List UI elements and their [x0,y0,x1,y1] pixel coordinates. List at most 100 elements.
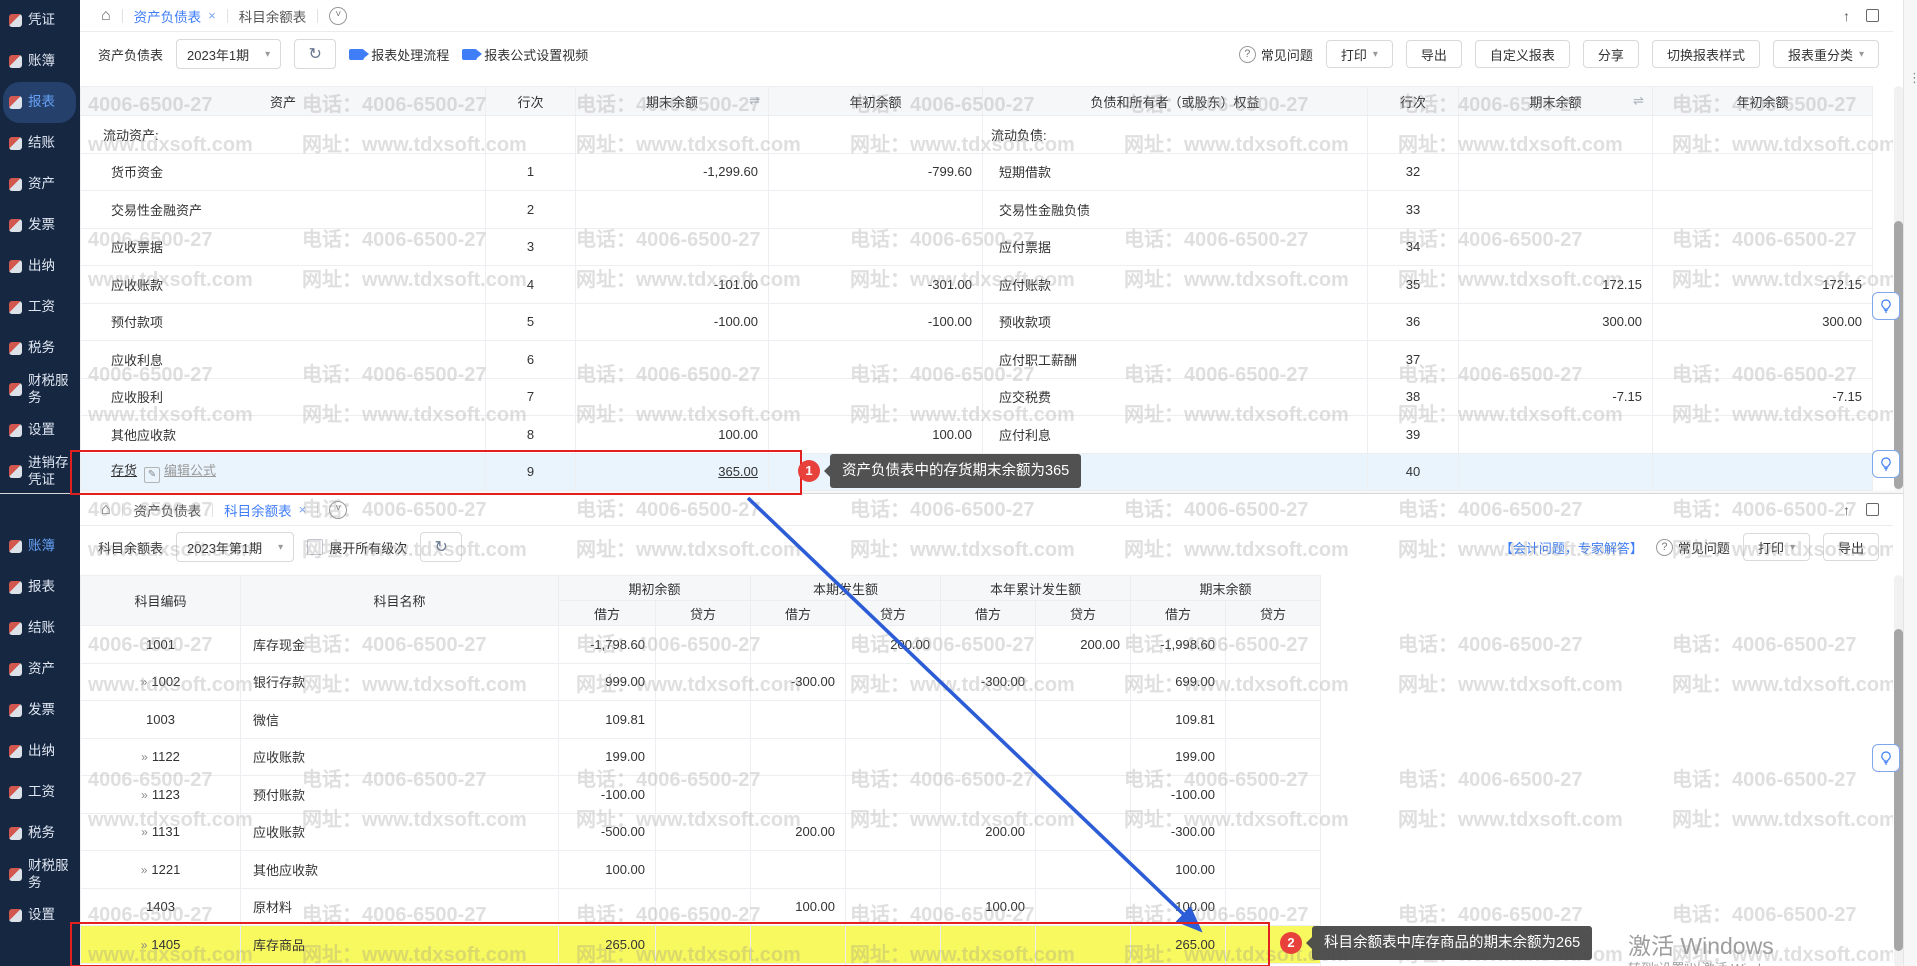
expand-row-icon[interactable]: » [141,863,148,877]
tab-trial-balance[interactable]: 科目余额表 × [224,500,306,520]
tab-trial-balance[interactable]: 科目余额表 [239,6,307,26]
tab-balance-sheet[interactable]: 资产负债表 [134,500,202,520]
scrollbar-thumb[interactable] [1894,629,1903,951]
sidebar-item-bottom_window-6[interactable]: 工资 [0,772,80,813]
tip-lightbulb-button[interactable] [1872,292,1900,320]
sidebar-item-top_window-0[interactable]: 凭证 [0,0,80,41]
account-row-1403[interactable]: 1403原材料100.00100.00100.00 [81,888,1321,926]
switch-style-button[interactable]: 切换报表样式 [1652,40,1760,68]
report-flow-link[interactable]: 报表处理流程 [349,45,449,64]
scrollbar[interactable] [1894,86,1903,491]
scroll-top-icon[interactable]: ↑ [1843,502,1850,518]
faq-link[interactable]: ? 常见问题 [1656,538,1730,557]
sidebar-item-bottom_window-0[interactable]: 账簿 [0,526,80,567]
home-icon[interactable]: ⌂ [101,502,111,518]
sidebar-item-bottom_window-9[interactable]: 设置 [0,895,80,936]
balance-row-1[interactable]: 货币资金1-1,299.60-799.60短期借款32 [81,153,1873,191]
sort-icon[interactable]: ⇌ [1633,93,1644,109]
more-dots-icon[interactable]: ⋮ [1908,70,1917,86]
balance-row-6[interactable]: 应收利息6应付职工薪酬37 [81,341,1873,379]
refresh-button[interactable]: ↻ [420,532,462,562]
expand-row-icon[interactable]: » [141,938,148,952]
expand-row-icon[interactable]: » [141,825,148,839]
sort-icon[interactable]: ⇌ [749,93,760,109]
sidebar-item-top_window-9[interactable]: 财税服务 [0,369,80,410]
account-row-1122[interactable]: »1122应收账款199.00199.00 [81,738,1321,776]
tab-list-icon[interactable]: ˅ [329,501,347,519]
balance-row-3[interactable]: 应收票据3应付票据34 [81,228,1873,266]
account-row-1001[interactable]: 1001库存现金-1,798.60200.00200.00-1,998.60 [81,626,1321,664]
sidebar-item-top_window-1[interactable]: 账簿 [0,41,80,82]
sidebar-item-label: 出纳 [28,258,55,274]
share-button[interactable]: 分享 [1583,40,1639,68]
sidebar-item-bottom_window-4[interactable]: 发票 [0,690,80,731]
credit-header: 贷方 [656,601,751,626]
expand-row-icon[interactable]: » [141,675,148,689]
sidebar-item-bottom_window-7[interactable]: 税务 [0,813,80,854]
tip-lightbulb-button[interactable] [1872,744,1900,772]
sidebar-item-top_window-6[interactable]: 出纳 [0,246,80,287]
tab-list-icon[interactable]: ˅ [329,7,347,25]
tab-balance-sheet[interactable]: 资产负债表 × [134,6,216,26]
screen: 凭证账簿报表结账资产发票出纳工资税务财税服务设置进销存 凭证 ⌂ 资产负债表 ×… [0,0,1917,966]
amount-cell-ob_c [656,851,751,889]
account-row-1405[interactable]: »1405库存商品265.00265.00 [81,926,1321,964]
period-select[interactable]: 2023年1期 ▾ [176,39,281,69]
sidebar-item-bottom_window-2[interactable]: 结账 [0,608,80,649]
ending-balance-value: 365.00 [718,464,758,479]
expand-levels-option[interactable]: 展开所有级次 [307,538,407,557]
sidebar-item-top_window-11[interactable]: 进销存 凭证 [0,451,80,492]
home-icon[interactable]: ⌂ [101,8,111,24]
sidebar-item-bottom_window-3[interactable]: 资产 [0,649,80,690]
balance-row-5[interactable]: 预付款项5-100.00-100.00预收款项36300.00300.00 [81,303,1873,341]
sidebar-item-top_window-10[interactable]: 设置 [0,410,80,451]
account-row-1221[interactable]: »1221其他应收款100.00100.00 [81,851,1321,889]
balance-row-8[interactable]: 其他应收款8100.00100.00应付利息39 [81,416,1873,454]
scrollbar-thumb[interactable] [1894,221,1903,489]
export-button[interactable]: 导出 [1823,533,1879,561]
reclassify-button[interactable]: 报表重分类▾ [1773,40,1879,68]
balance-row-2[interactable]: 交易性金融资产2交易性金融负债33 [81,191,1873,229]
amount-cell-ob_c [656,738,751,776]
sidebar-item-bottom_window-5[interactable]: 出纳 [0,731,80,772]
expand-row-icon[interactable]: » [141,788,148,802]
account-row-1002[interactable]: »1002银行存款999.00-300.00-300.00699.00 [81,663,1321,701]
ending-balance-cell: -7.15 [1459,378,1653,416]
sidebar-item-top_window-5[interactable]: 发票 [0,205,80,246]
fullscreen-icon[interactable] [1866,503,1879,516]
faq-link[interactable]: ? 常见问题 [1239,45,1313,64]
expert-answer-link[interactable]: 【会计问题，专家解答】 [1500,538,1643,557]
sidebar-item-top_window-8[interactable]: 税务 [0,328,80,369]
account-row-1123[interactable]: »1123预付账款-100.00-100.00 [81,776,1321,814]
debit-header: 借方 [559,601,656,626]
print-button[interactable]: 打印▾ [1326,40,1393,68]
sidebar-item-top_window-4[interactable]: 资产 [0,164,80,205]
balance-row-0[interactable]: 流动资产:流动负债: [81,116,1873,154]
edit-formula-link[interactable]: 编辑公式 [164,463,216,478]
sidebar-item-bottom_window-1[interactable]: 报表 [0,567,80,608]
sidebar-item-top_window-2[interactable]: 报表 [3,82,76,123]
sidebar-item-bottom_window-8[interactable]: 财税服务 [0,854,80,895]
formula-video-link[interactable]: 报表公式设置视频 [462,45,588,64]
close-icon[interactable]: × [299,502,307,517]
scroll-top-icon[interactable]: ↑ [1843,8,1850,24]
refresh-button[interactable]: ↻ [294,39,336,69]
balance-row-7[interactable]: 应收股利7应交税费38-7.15-7.15 [81,378,1873,416]
edit-formula-icon[interactable]: ✎ [144,467,160,483]
sidebar-item-top_window-3[interactable]: 结账 [0,123,80,164]
account-row-1131[interactable]: »1131应收账款-500.00200.00200.00-300.00 [81,813,1321,851]
sidebar-item-top_window-7[interactable]: 工资 [0,287,80,328]
column-group-header: 期初余额 [559,576,751,601]
export-button[interactable]: 导出 [1406,40,1462,68]
account-row-1003[interactable]: 1003微信109.81109.81 [81,701,1321,739]
custom-report-button[interactable]: 自定义报表 [1475,40,1570,68]
close-icon[interactable]: × [208,8,216,23]
tip-lightbulb-button[interactable] [1872,450,1900,478]
balance-row-4[interactable]: 应收账款4-101.00-301.00应付账款35172.15172.15 [81,266,1873,304]
period-select[interactable]: 2023年第1期 ▾ [176,532,294,562]
print-button[interactable]: 打印▾ [1743,533,1810,561]
fullscreen-icon[interactable] [1866,9,1879,22]
expand-levels-checkbox[interactable] [307,539,323,555]
expand-row-icon[interactable]: » [141,750,148,764]
ending-balance-cell: 365.00 [576,453,769,491]
